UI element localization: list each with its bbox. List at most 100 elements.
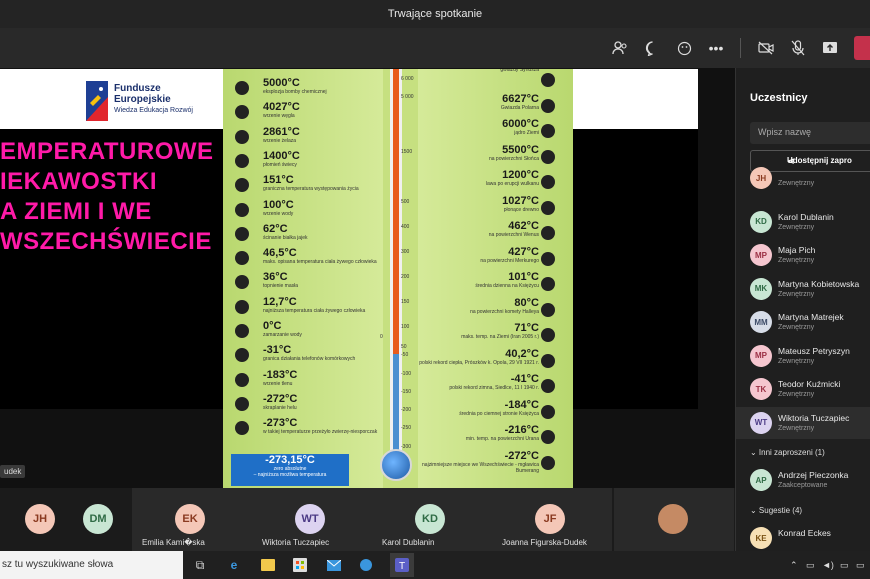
- tray-battery-icon[interactable]: ▭: [840, 560, 849, 571]
- poster-right-entry: -184°C średnia po ciemnej stronie Księżyc…: [419, 399, 539, 417]
- video-tile-avatar: EK: [175, 504, 205, 534]
- mail-icon[interactable]: [326, 557, 342, 573]
- tray-lang-icon[interactable]: ▭: [856, 560, 865, 571]
- poster-item-icon: [541, 124, 555, 138]
- scale-tick-label: 100: [401, 324, 410, 330]
- scale-tick-label: -200: [401, 407, 412, 413]
- scale-tick-label: 400: [401, 224, 410, 230]
- participant-row[interactable]: MK Martyna Kobietowska Zewnętrzny: [750, 273, 870, 305]
- poster-item-icon: [235, 372, 249, 387]
- tray-volume-icon[interactable]: ◄): [822, 560, 834, 570]
- participant-name: Konrad Eckes: [778, 528, 831, 538]
- poster-item-icon: [541, 251, 555, 266]
- task-view-icon[interactable]: ⧉: [192, 557, 208, 573]
- participant-search-input[interactable]: Wpisz nazwę: [750, 122, 870, 144]
- entry-temperature: 40,2°C: [505, 347, 539, 360]
- poster-item-icon: [541, 302, 555, 317]
- scale-tick-label: 150: [401, 299, 410, 305]
- entry-description: ścinanie białka jajek: [263, 234, 308, 241]
- entry-temperature: 1400°C: [263, 149, 300, 162]
- tray-chevron-icon[interactable]: ⌃: [790, 560, 798, 571]
- edge-icon[interactable]: e: [226, 557, 242, 573]
- entry-temperature: 6627°C: [502, 92, 539, 105]
- avatar: MK: [750, 277, 772, 300]
- poster-item-icon: [541, 98, 555, 113]
- poster-left-entry: 100°C wrzenie wody: [263, 199, 294, 217]
- poster-right-entry: 40,2°C polski rekord ciepła, Prószków k. …: [419, 348, 539, 366]
- participant-role: Zewnętrzny: [778, 424, 815, 432]
- participants-icon[interactable]: [610, 38, 630, 58]
- participant-row[interactable]: KD Karol Dublanin Zewnętrzny: [750, 206, 870, 238]
- leave-button[interactable]: [854, 36, 870, 60]
- entry-temperature: -272°C: [504, 449, 539, 462]
- mic-off-icon[interactable]: [788, 38, 808, 58]
- entry-temperature: 80°C: [514, 296, 539, 309]
- participant-role: Zewnętrzny: [778, 180, 815, 187]
- entry-temperature: -184°C: [504, 398, 539, 411]
- entry-description: płonące drewno: [503, 206, 539, 213]
- participant-name: Wiktoria Tuczapiec: [778, 412, 850, 423]
- poster-right-entry: 6000°C jądro Ziemi: [419, 118, 539, 136]
- temperature-poster: 6 000 5 000 1500 500 400 300 200 150 100 50 0 -50 -1…: [223, 69, 573, 488]
- browser-icon[interactable]: [358, 557, 374, 573]
- suggestions-section-header[interactable]: ⌄ Sugestie (4): [750, 506, 802, 515]
- invited-section-header[interactable]: ⌄ Inni zaproszeni (1): [750, 448, 825, 457]
- more-options-icon[interactable]: •••: [706, 38, 726, 58]
- participant-row[interactable]: WT Wiktoria Tuczapiec Zewnętrzny: [736, 406, 870, 439]
- store-icon[interactable]: [292, 557, 308, 573]
- tray-network-icon[interactable]: ▭: [806, 560, 815, 571]
- poster-left-entry: 1400°C płomień świecy: [263, 150, 300, 168]
- participant-row[interactable]: JH Zewnętrzny: [750, 162, 870, 194]
- participant-row[interactable]: MM Martyna Matrejek Zewnętrzny: [750, 306, 870, 338]
- thermometer-cold-fill: [393, 354, 399, 454]
- participant-name: Martyna Matrejek: [778, 312, 844, 322]
- participant-row[interactable]: MP Maja Pich Zewnętrzny: [750, 239, 870, 271]
- poster-left-entry: 4027°C wrzenie węgla: [263, 101, 300, 119]
- poster-left-entry: 2861°C wrzenie żelaza: [263, 126, 300, 144]
- poster-left-entry: -273°C w takiej temperaturze przeżyło zwi…: [263, 417, 377, 435]
- participant-row[interactable]: MP Mateusz Petryszyn Zewnętrzny: [750, 340, 870, 372]
- poster-right-entry: 71°C maks. temp. na Ziemi (Iran 2005 r.): [419, 322, 539, 340]
- logo-title: Fundusze Europejskie: [114, 83, 171, 105]
- scale-tick-label: 300: [401, 249, 410, 255]
- avatar: AP: [750, 469, 772, 491]
- poster-right-entry: gwiazdy Syriusza: [419, 69, 539, 73]
- participant-name: Teodor Kuźmicki: [778, 379, 841, 389]
- share-screen-icon[interactable]: [820, 38, 840, 58]
- entry-temperature: 462°C: [508, 220, 539, 232]
- participant-row[interactable]: TK Teodor Kuźmicki Zewnętrzny: [750, 373, 870, 405]
- poster-right-entry: 6627°C Gwiazda Polarna: [419, 93, 539, 111]
- presenter-name-chip: udek: [0, 465, 26, 478]
- participant-role: Zewnętrzny: [778, 223, 815, 231]
- poster-item-icon: [235, 81, 249, 95]
- entry-description: wrzenie węgla: [263, 113, 295, 120]
- entry-description: wrzenie wody: [263, 210, 294, 217]
- file-explorer-icon[interactable]: [260, 557, 276, 573]
- taskbar-search-input[interactable]: sz tu wyszukiwane słowa: [0, 551, 183, 579]
- poster-item-icon: [541, 328, 555, 342]
- camera-off-icon[interactable]: [756, 38, 776, 58]
- participant-row[interactable]: AP Andrzej Pieczonka Zaakceptowane: [750, 464, 870, 496]
- teams-icon[interactable]: T: [390, 553, 414, 577]
- scale-tick-label: -150: [401, 389, 412, 395]
- scale-tick-label: 500: [401, 199, 410, 205]
- windows-taskbar: sz tu wyszukiwane słowa ⧉ e T ⌃ ▭ ◄) ▭ ▭: [0, 551, 870, 579]
- entry-description: granica działania telefonów komórkowych: [263, 356, 356, 363]
- avatar: MP: [750, 244, 772, 266]
- participant-row[interactable]: KE Konrad Eckes: [750, 522, 870, 554]
- poster-item-icon: [235, 251, 249, 266]
- entry-temperature: 5000°C: [263, 77, 300, 89]
- chat-icon[interactable]: [642, 38, 662, 58]
- entry-temperature: 6000°C: [502, 118, 539, 130]
- entry-description: wrzenie żelaza: [263, 137, 297, 144]
- entry-description: min. temp. na powierzchni Urana: [465, 436, 539, 442]
- window-titlebar: Trwające spotkanie: [0, 0, 870, 28]
- participant-role: Zewnętrzny: [778, 391, 815, 398]
- scale-tick-label: 0: [380, 334, 383, 340]
- entry-temperature: 46,5°C: [263, 247, 297, 260]
- poster-right-entry: 101°C średnia dzienna na Księżycu: [419, 271, 539, 289]
- reactions-icon[interactable]: [674, 38, 694, 58]
- entry-description: średnia po ciemnej stronie Księżyca: [459, 410, 539, 417]
- entry-temperature: 4027°C: [263, 101, 300, 114]
- avatar: JH: [750, 167, 772, 189]
